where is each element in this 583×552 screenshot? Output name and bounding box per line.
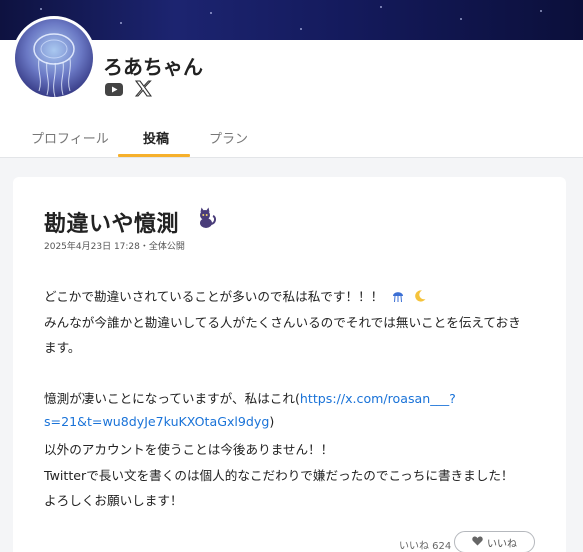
avatar[interactable] [12,16,96,100]
post-line: みんなが今誰かと勘違いしてる人がたくさんいるのでそれでは無いことを伝えておき [44,315,521,330]
post-title: 勘違いや憶測 [44,212,180,237]
x-icon[interactable] [134,80,153,101]
jellyfish-icon [391,289,405,306]
post-meta: 2025年4月23日 17:28・全体公開 [44,242,185,252]
heart-icon [472,536,483,549]
crescent-moon-icon [413,289,427,306]
post-line: 憶測が凄いことになっていますが、私はこれ(https://x.com/roasa… [44,391,456,406]
tab-profile[interactable]: プロフィール [31,128,109,147]
x-profile-link-continued[interactable]: s=21&t=wu8dyJe7kuKXOtaGxl9dyg [44,414,269,429]
post-line: s=21&t=wu8dyJe7kuKXOtaGxl9dyg) [44,414,275,429]
post-line: ます。 [44,340,81,355]
post-line: Twitterで長い文を書くのは個人的なこだわりで嫌だったのでこっちに書きました… [44,468,514,483]
profile-header: ろあちゃん プロフィール 投稿 プラン [0,16,583,158]
active-tab-indicator [118,154,190,157]
like-button[interactable]: いいね [454,531,535,552]
post-card: 勘違いや憶測 2025年4月23日 17:28・全体公開 どこかで勘違いされてい… [13,177,566,552]
x-profile-link[interactable]: https://x.com/roasan___? [300,391,456,406]
youtube-icon[interactable] [105,81,123,100]
post-line: 以外のアカウントを使うことは今後ありません！！ [44,442,334,457]
black-cat-icon [195,207,217,233]
social-links [105,80,153,101]
post-line: どこかで勘違いされていることが多いので私は私です！！！ [44,286,427,306]
tab-plans[interactable]: プラン [209,128,248,147]
creator-name: ろあちゃん [103,55,203,79]
likes-count: いいね 624 [399,541,452,552]
tab-bar: プロフィール 投稿 プラン [0,118,583,158]
jellyfish-avatar-icon [33,33,75,97]
post-line: よろしくお願いします！ [44,493,183,508]
like-button-label: いいね [487,538,517,550]
tab-posts[interactable]: 投稿 [143,128,169,147]
